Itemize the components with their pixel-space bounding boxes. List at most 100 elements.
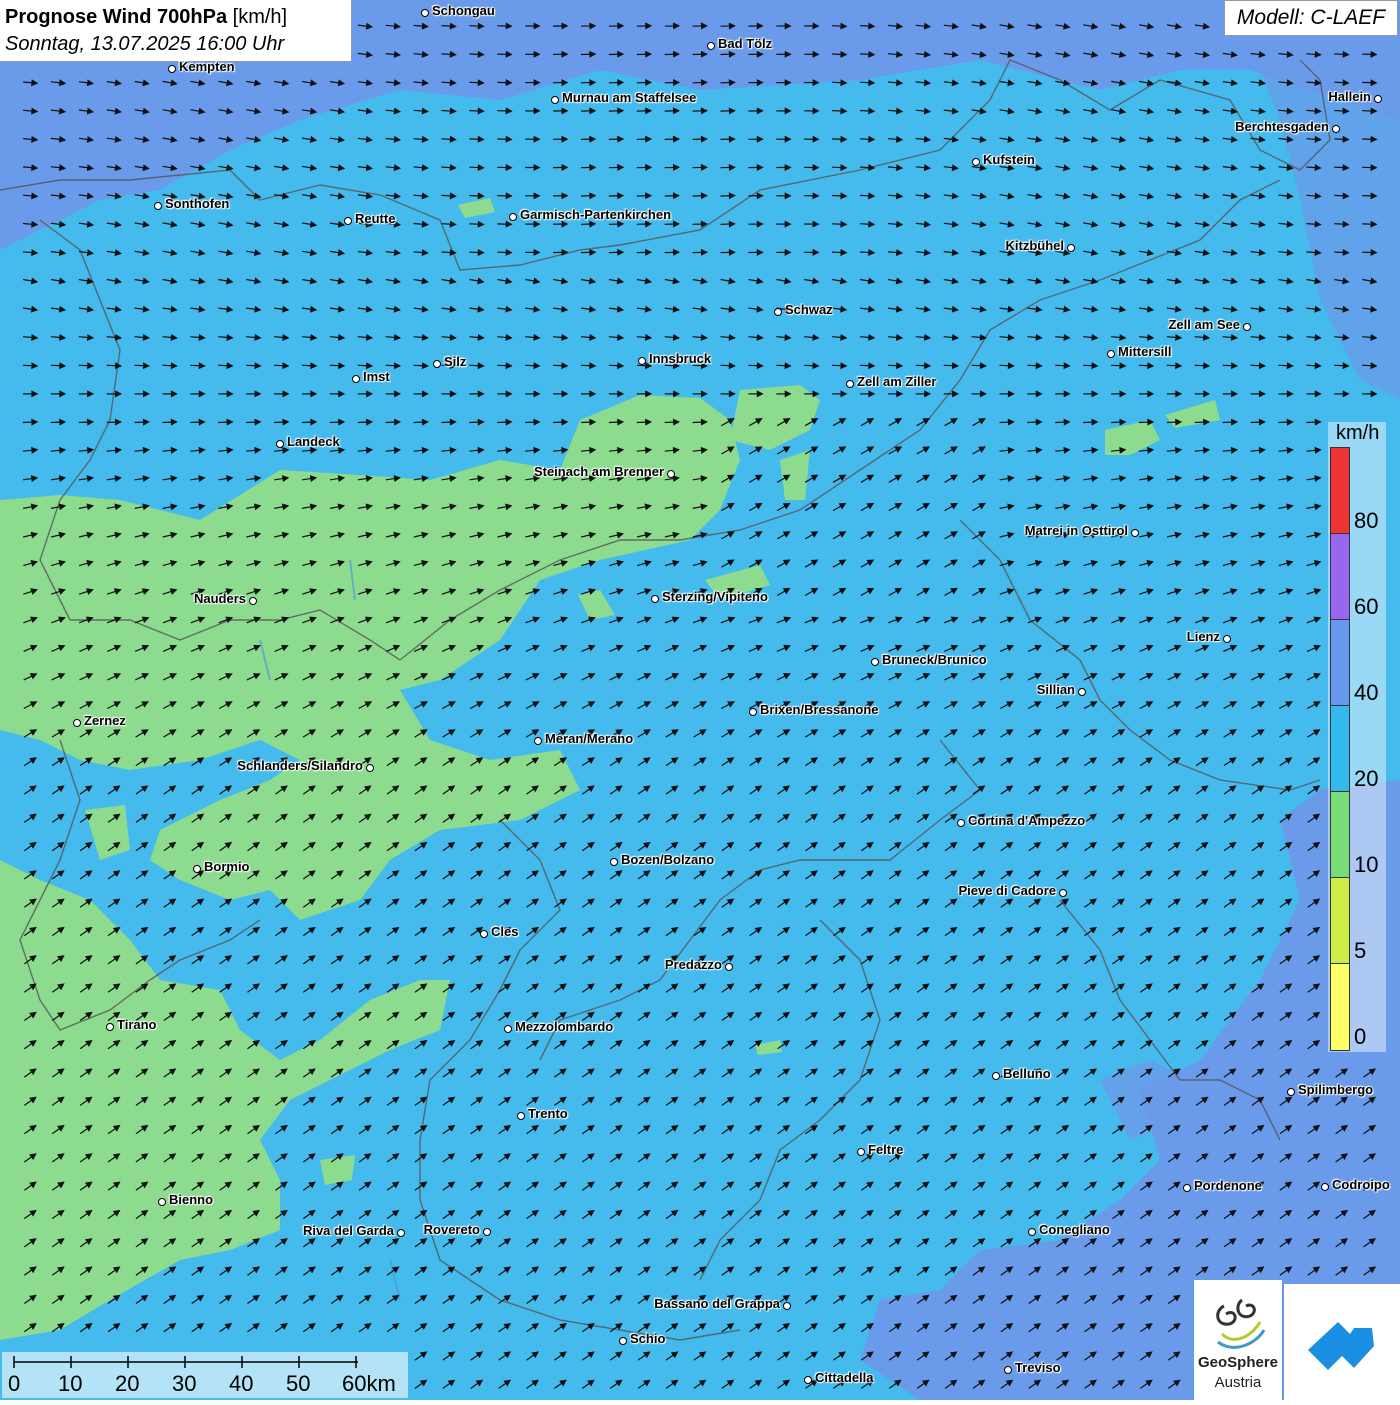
city-label-mittersill: Mittersill (1118, 344, 1171, 359)
city-marker-reutte (344, 217, 352, 225)
city-label-belluno: Belluno (1003, 1066, 1051, 1081)
app-logo[interactable] (1284, 1284, 1400, 1400)
city-label-bad-t-lz: Bad Tölz (718, 36, 772, 51)
city-label-pordenone: Pordenone (1194, 1178, 1262, 1193)
city-marker-innsbruck (638, 357, 646, 365)
city-marker-imst (352, 375, 360, 383)
city-label-kitzb-hel: Kitzbühel (1006, 238, 1065, 253)
city-marker-nauders (249, 597, 257, 605)
legend-label-0: 0 (1354, 1024, 1366, 1050)
city-marker-berchtesgaden (1332, 125, 1340, 133)
geosphere-logo[interactable]: GeoSphere Austria (1194, 1280, 1282, 1400)
city-marker-sonthofen (154, 202, 162, 210)
city-label-bruneck-brunico: Bruneck/Brunico (882, 652, 987, 667)
city-label-bienno: Bienno (169, 1192, 213, 1207)
title-unit: [km/h] (233, 6, 287, 28)
legend-label-40: 40 (1354, 680, 1378, 706)
city-label-tirano: Tirano (117, 1017, 157, 1032)
city-label-cles: Cles (491, 924, 518, 939)
city-label-mezzolombardo: Mezzolombardo (515, 1019, 613, 1034)
city-marker-matrei-in-osttirol (1131, 529, 1139, 537)
city-marker-schongau (421, 9, 429, 17)
city-label-schongau: Schongau (432, 3, 495, 18)
city-label-hallein: Hallein (1328, 89, 1371, 104)
city-label-trento: Trento (528, 1106, 568, 1121)
scale-label-0: 0 (8, 1371, 20, 1397)
city-marker-bad-t-lz (707, 42, 715, 50)
city-marker-schlanders-silandro (366, 764, 374, 772)
city-marker-kitzb-hel (1067, 244, 1075, 252)
forecast-datetime: Sonntag, 13.07.2025 16:00 Uhr (5, 31, 346, 58)
legend-bar (1330, 447, 1350, 1051)
city-marker-kufstein (972, 158, 980, 166)
city-marker-predazzo (725, 963, 733, 971)
city-marker-cles (480, 930, 488, 938)
city-label-sillian: Sillian (1037, 682, 1075, 697)
city-marker-bruneck-brunico (871, 658, 879, 666)
city-marker-lienz (1223, 635, 1231, 643)
city-label-codroipo: Codroipo (1332, 1177, 1390, 1192)
city-label-rovereto: Rovereto (424, 1222, 480, 1237)
city-marker-trento (517, 1112, 525, 1120)
scale-bar: 0 10 20 30 40 50 60km (2, 1352, 408, 1398)
city-marker-mittersill (1107, 350, 1115, 358)
city-label-pieve-di-cadore: Pieve di Cadore (958, 883, 1056, 898)
title-text: Prognose Wind 700hPa (5, 6, 227, 28)
city-marker-bienno (158, 1198, 166, 1206)
city-label-kufstein: Kufstein (983, 152, 1035, 167)
city-label-landeck: Landeck (287, 434, 340, 449)
legend-swatch-0 (1331, 964, 1349, 1050)
city-label-meran-merano: Meran/Merano (545, 731, 633, 746)
city-label-reutte: Reutte (355, 211, 395, 226)
legend-label-60: 60 (1354, 594, 1378, 620)
scale-label-40: 40 (229, 1371, 253, 1397)
city-label-zell-am-ziller: Zell am Ziller (857, 374, 936, 389)
city-label-bormio: Bormio (204, 859, 250, 874)
city-label-steinach-am-brenner: Steinach am Brenner (534, 464, 664, 479)
legend-swatch-10 (1331, 792, 1349, 878)
city-marker-meran-merano (534, 737, 542, 745)
city-marker-brixen-bressanone (749, 708, 757, 716)
city-marker-schwaz (774, 308, 782, 316)
legend-swatch-20 (1331, 706, 1349, 792)
geosphere-swirl-icon (1194, 1286, 1282, 1356)
geosphere-country: Austria (1194, 1374, 1282, 1391)
scale-label-30: 30 (172, 1371, 196, 1397)
city-marker-treviso (1004, 1366, 1012, 1374)
city-marker-sillian (1078, 688, 1086, 696)
city-label-imst: Imst (363, 369, 390, 384)
legend-label-20: 20 (1354, 766, 1378, 792)
city-label-innsbruck: Innsbruck (649, 351, 711, 366)
city-label-brixen-bressanone: Brixen/Bressanone (760, 702, 879, 717)
city-label-lienz: Lienz (1187, 629, 1220, 644)
city-label-predazzo: Predazzo (665, 957, 722, 972)
city-marker-landeck (276, 440, 284, 448)
city-marker-belluno (992, 1072, 1000, 1080)
city-marker-rovereto (483, 1228, 491, 1236)
city-marker-feltre (857, 1148, 865, 1156)
legend-swatch-40 (1331, 620, 1349, 706)
city-label-matrei-in-osttirol: Matrei in Osttirol (1025, 523, 1128, 538)
legend-label-10: 10 (1354, 852, 1378, 878)
city-label-silz: Silz (444, 354, 466, 369)
city-marker-sterzing-vipiteno (651, 595, 659, 603)
city-marker-cittadella (804, 1376, 812, 1384)
city-marker-zernez (73, 719, 81, 727)
city-label-zell-am-see: Zell am See (1168, 317, 1240, 332)
city-label-zernez: Zernez (84, 713, 126, 728)
city-label-cittadella: Cittadella (815, 1370, 874, 1385)
city-label-schio: Schio (630, 1331, 665, 1346)
city-marker-tirano (106, 1023, 114, 1031)
scale-label-50: 50 (286, 1371, 310, 1397)
city-marker-bormio (193, 865, 201, 873)
city-label-feltre: Feltre (868, 1142, 903, 1157)
scale-label-20: 20 (115, 1371, 139, 1397)
city-marker-pordenone (1183, 1184, 1191, 1192)
city-label-sonthofen: Sonthofen (165, 196, 229, 211)
city-label-cortina-d-ampezzo: Cortina d'Ampezzo (968, 813, 1085, 828)
city-marker-conegliano (1028, 1228, 1036, 1236)
title-box: Prognose Wind 700hPa [km/h] Sonntag, 13.… (0, 0, 352, 62)
city-marker-silz (433, 360, 441, 368)
city-label-murnau-am-staffelsee: Murnau am Staffelsee (562, 90, 696, 105)
city-label-riva-del-garda: Riva del Garda (303, 1223, 394, 1238)
